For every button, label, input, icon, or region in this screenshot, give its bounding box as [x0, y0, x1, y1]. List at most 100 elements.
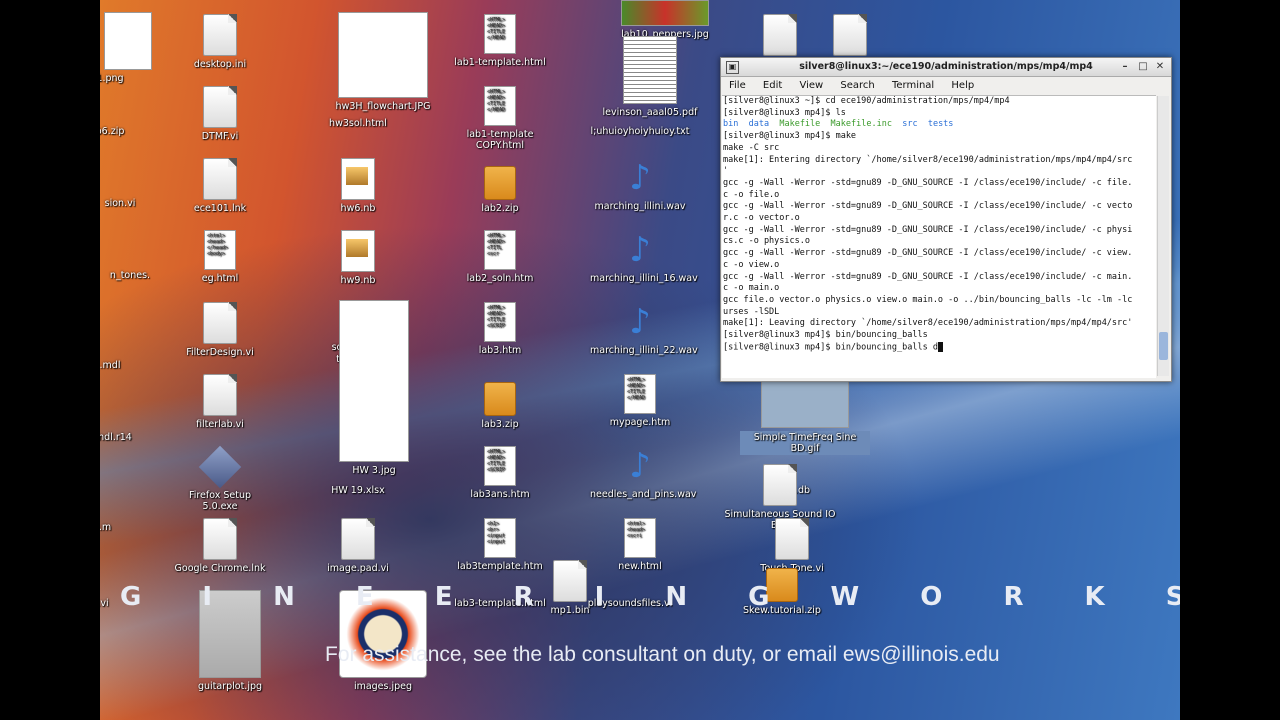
- desktop-icon-lab2-zip[interactable]: lab2.zip: [450, 158, 550, 214]
- terminal-scrollbar[interactable]: [1157, 96, 1169, 376]
- icon-label: sion.vi: [104, 198, 136, 209]
- desktop-icon-desktop-ini[interactable]: desktop.ini: [170, 14, 270, 70]
- desktop-icon-new-html[interactable]: <html> <head> <scri new.html: [590, 518, 690, 572]
- menu-search[interactable]: Search: [840, 80, 874, 91]
- document-icon: [203, 302, 237, 344]
- menu-file[interactable]: File: [729, 80, 746, 91]
- icon-label: needles_and_pins.wav: [590, 489, 697, 500]
- terminal-line: gcc -g -Wall -Werror -std=gnu89 -D_GNU_S…: [723, 271, 1133, 282]
- desktop-icon-marching-illini[interactable]: ♪ marching_illini.wav: [590, 158, 690, 212]
- desktop-icon-needles[interactable]: ♪ needles_and_pins.wav: [590, 446, 696, 500]
- wallpaper-banner-text: G I N E E R I N G W O R K S T A T I O N …: [120, 582, 1180, 612]
- desktop-icon-hw6[interactable]: hw6.nb: [308, 158, 408, 214]
- menu-terminal[interactable]: Terminal: [892, 80, 934, 91]
- desktop-icon-filterdesign[interactable]: FilterDesign.vi: [170, 302, 270, 358]
- terminal-window[interactable]: ▣ silver8@linux3:~/ece190/administration…: [720, 57, 1172, 382]
- desktop-icon-chrome[interactable]: Google Chrome.lnk: [170, 518, 270, 574]
- maximize-icon[interactable]: □: [1135, 58, 1151, 76]
- close-icon[interactable]: ✕: [1152, 58, 1168, 76]
- terminal-line: urses -lSDL: [723, 306, 780, 317]
- desktop-icon-lab3ans[interactable]: <HTML> <HEAD> <TITLE <SCRIP lab3ans.htm: [450, 446, 550, 500]
- terminal-menubar: File Edit View Search Terminal Help: [721, 77, 1171, 95]
- desktop-icon-hw3sol[interactable]: hw3sol.html: [308, 118, 408, 129]
- document-icon: [763, 14, 797, 56]
- desktop-icon-marching-22[interactable]: ♪ marching_illini_22.wav: [590, 302, 698, 356]
- image-thumbnail-icon: [104, 12, 152, 70]
- desktop-icon-levinson[interactable]: levinson_aaal05.pdf: [600, 36, 700, 118]
- minimize-icon[interactable]: –: [1117, 58, 1133, 76]
- terminal-line: make[1]: Entering directory `/home/silve…: [723, 154, 1133, 165]
- desktop-icon-imagepad[interactable]: image.pad.vi: [308, 518, 408, 574]
- desktop-icon-lab3-zip[interactable]: lab3.zip: [450, 374, 550, 430]
- icon-label: ece101.lnk: [193, 203, 247, 214]
- desktop-icon-flowchart[interactable]: hw3H_flowchart.JPG: [333, 12, 433, 112]
- terminal-cursor: [937, 341, 943, 352]
- icon-label: levinson_aaal05.pdf: [602, 107, 698, 118]
- icon-label: 1.png: [100, 73, 124, 84]
- menu-view[interactable]: View: [799, 80, 823, 91]
- desktop-icon-dtmf[interactable]: DTMF.vi: [170, 86, 270, 142]
- terminal-line: make[1]: Leaving directory `/home/silver…: [723, 318, 1133, 329]
- icon-label: HW 3.jpg: [352, 465, 396, 476]
- menu-edit[interactable]: Edit: [763, 80, 782, 91]
- document-icon: [775, 518, 809, 560]
- desktop-icon-r14[interactable]: ndl.r14: [100, 432, 165, 443]
- desktop-icon-mdl[interactable]: .mdl: [100, 360, 160, 371]
- desktop-icon-filterlab[interactable]: filterlab.vi: [170, 374, 270, 430]
- terminal-line: [silver8@linux3 mp4]$ ls: [723, 107, 846, 118]
- terminal-ls-output: bin data Makefile Makefile.inc src tests: [722, 119, 1156, 131]
- desktop-icon-lab3-htm[interactable]: <HTML> <HEAD> <TITLE <SCRIP lab3.htm: [450, 302, 550, 356]
- desktop-icon-peppers[interactable]: lab10_peppers.jpg: [615, 0, 715, 40]
- desktop-icon-txt[interactable]: l;uhuioyhoiyhuioy.txt: [590, 126, 690, 137]
- desktop-icon-firefox[interactable]: Firefox Setup 5.0.exe: [170, 445, 270, 512]
- icon-label: lab3ans.htm: [470, 489, 530, 500]
- desktop-icon-marching-16[interactable]: ♪ marching_illini_16.wav: [590, 230, 698, 284]
- desktop-icon-hw9[interactable]: hw9.nb: [308, 230, 408, 286]
- ls-entry: Makefile.inc: [830, 119, 892, 130]
- html-file-icon: <HTML> <HEAD> <TITLE <SCRIP: [484, 446, 516, 486]
- document-icon: [203, 14, 237, 56]
- window-title: silver8@linux3:~/ece190/administration/m…: [799, 61, 1093, 72]
- html-file-icon: <HTML> <HEAD> <TITLE </HEAD: [484, 14, 516, 54]
- html-file-icon: <HTML> <HEAD> <TITLE </HEAD: [484, 86, 516, 126]
- html-file-icon: <html> <head> <scri: [624, 518, 656, 558]
- desktop-icon-lab1-copy[interactable]: <HTML> <HEAD> <TITLE </HEAD lab1-template CO…: [450, 86, 550, 151]
- document-icon: [203, 86, 237, 128]
- desktop-icon-top-doc-2[interactable]: [800, 14, 900, 59]
- menu-help[interactable]: Help: [951, 80, 974, 91]
- icon-label: ndl.r14: [100, 432, 132, 443]
- desktop-icon-lab2-soln[interactable]: <HTML> <HEAD> <TITL <scr lab2_soln.htm: [450, 230, 550, 284]
- icon-label: guitarplot.jpg: [197, 681, 263, 692]
- scrollbar-thumb[interactable]: [1159, 332, 1168, 360]
- icon-label: FilterDesign.vi: [186, 347, 254, 358]
- audio-note-icon: ♪: [629, 230, 651, 270]
- terminal-output[interactable]: [silver8@linux3 ~]$ cd ece190/administra…: [722, 95, 1156, 378]
- terminal-line: gcc -g -Wall -Werror -std=gnu89 -D_GNU_S…: [723, 201, 1133, 212]
- desktop-icon-image[interactable]: 1.png: [100, 12, 160, 84]
- desktop-icon-tones[interactable]: n_tones.: [100, 270, 180, 281]
- notebook-file-icon: [341, 230, 375, 272]
- icon-label: new.html: [618, 561, 662, 572]
- desktop-icon-eg-html[interactable]: <html> <head> </head> <body> eg.html: [170, 230, 270, 284]
- desktop-icon-lab1-template[interactable]: <HTML> <HEAD> <TITLE </HEAD lab1-template.ht…: [450, 14, 550, 68]
- folder-zip-icon: [484, 166, 516, 200]
- image-thumbnail-icon: [761, 380, 849, 428]
- terminal-titlebar[interactable]: ▣ silver8@linux3:~/ece190/administration…: [721, 58, 1171, 77]
- terminal-line: make -C src: [723, 142, 780, 153]
- desktop-icon-hw19[interactable]: HW 19.xlsx: [308, 485, 408, 496]
- html-file-icon: <HTML> <HEAD> <TITLE </HEAD: [624, 374, 656, 414]
- desktop-icon-zip[interactable]: b6.zip: [100, 126, 160, 137]
- desktop-icon-m[interactable]: .m: [100, 522, 155, 533]
- icon-label: lab2.zip: [481, 203, 519, 214]
- desktop-icon-timefreq-gif[interactable]: Simple TimeFreq Sine BD.gif: [740, 380, 870, 455]
- terminal-line: gcc file.o vector.o physics.o view.o mai…: [723, 294, 1133, 305]
- terminal-line: c -o file.o: [723, 189, 780, 200]
- desktop-icon-vi[interactable]: sion.vi: [100, 198, 170, 209]
- ls-entry: tests: [927, 119, 954, 130]
- terminal-line: ': [723, 166, 729, 177]
- desktop-icon-mypage[interactable]: <HTML> <HEAD> <TITLE </HEAD mypage.htm: [590, 374, 690, 428]
- icon-label: .mdl: [100, 360, 121, 371]
- desktop-icon-hw3jpg[interactable]: HW 3.jpg: [324, 300, 424, 476]
- desktop-icon-ece101[interactable]: ece101.lnk: [170, 158, 270, 214]
- html-file-icon: <HTML> <HEAD> <TITL <scr: [484, 230, 516, 270]
